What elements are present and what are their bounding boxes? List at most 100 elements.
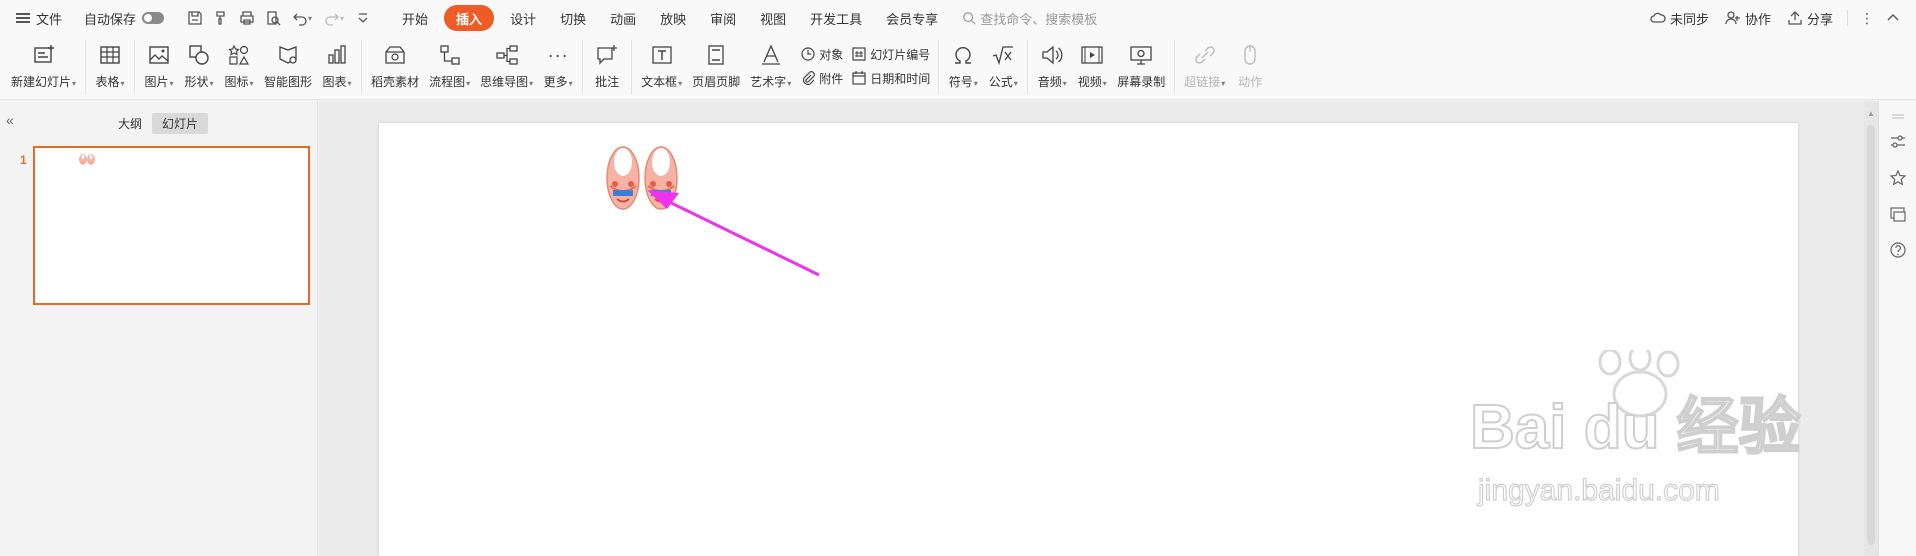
picture-icon: [149, 46, 169, 64]
formula-button[interactable]: 公式: [983, 36, 1023, 96]
slide-number-label: 幻灯片编号: [870, 47, 931, 62]
wordart-label: 艺术字: [750, 73, 791, 90]
tab-developer[interactable]: 开发工具: [798, 5, 874, 31]
baidu-jingyan-watermark: Bai du 经验 jingyan.baidu.com: [1469, 344, 1810, 510]
shell-material-button[interactable]: 稻壳素材: [366, 36, 424, 96]
new-slide-button[interactable]: 新建幻灯片: [6, 36, 81, 96]
tab-design[interactable]: 设计: [498, 5, 548, 31]
collapse-panel-button[interactable]: «: [6, 113, 20, 127]
help-button[interactable]: [1889, 241, 1907, 259]
table-button[interactable]: 表格: [90, 36, 130, 96]
divider: [631, 40, 633, 94]
tab-member[interactable]: 会员专享: [874, 5, 950, 31]
divider: [938, 40, 940, 94]
tab-slides[interactable]: 幻灯片: [152, 113, 209, 134]
print-preview-button[interactable]: [260, 5, 286, 31]
tab-animation[interactable]: 动画: [598, 5, 648, 31]
comment-button[interactable]: 批注: [587, 36, 627, 96]
shape-label: 形状: [185, 73, 214, 90]
undo-icon: [293, 13, 307, 26]
panel-handle: [1889, 109, 1907, 127]
chart-button[interactable]: 图表: [317, 36, 357, 96]
icon-button[interactable]: 图标: [219, 36, 259, 96]
link-icon: [1195, 46, 1215, 64]
textbox-button[interactable]: 文本框: [636, 36, 687, 96]
header-footer-button[interactable]: 页眉页脚: [687, 36, 745, 96]
screen-record-button[interactable]: 屏幕录制: [1112, 36, 1170, 96]
wordart-button[interactable]: 艺术字: [745, 36, 796, 96]
screen-record-label: 屏幕录制: [1117, 75, 1166, 89]
properties-button[interactable]: [1889, 133, 1907, 151]
help-icon: [1890, 242, 1906, 258]
tab-transitions[interactable]: 切换: [548, 5, 598, 31]
tab-home[interactable]: 开始: [390, 5, 440, 31]
symbol-label: 符号: [949, 73, 978, 90]
divider: [582, 40, 584, 94]
save-button[interactable]: [182, 5, 208, 31]
object-button[interactable]: 对象: [800, 42, 843, 66]
bib-icon: [79, 154, 95, 165]
speaker-icon: [1042, 45, 1063, 65]
object-icon: [801, 47, 815, 61]
tab-insert[interactable]: 插入: [444, 5, 495, 31]
shape-button[interactable]: 形状: [179, 36, 219, 96]
more-button[interactable]: ··· 更多: [538, 36, 578, 96]
tab-view[interactable]: 视图: [748, 5, 798, 31]
watermark-url: jingyan.baidu.com: [1477, 474, 1720, 507]
more-horizontal-icon: ···: [547, 44, 569, 65]
chart-label: 图表: [323, 73, 352, 90]
share-button[interactable]: 分享: [1779, 5, 1841, 31]
mindmap-icon: [495, 45, 518, 65]
format-painter-button[interactable]: [208, 5, 234, 31]
audio-label: 音频: [1038, 73, 1067, 90]
slide-switch-button[interactable]: [1889, 205, 1907, 223]
date-time-button[interactable]: 日期和时间: [851, 66, 930, 90]
tab-outline[interactable]: 大纲: [108, 113, 152, 134]
menubar-right: 未同步 协作 分享 ⋮: [1642, 5, 1906, 31]
symbol-button[interactable]: 符号: [943, 36, 983, 96]
tab-slideshow[interactable]: 放映: [648, 5, 698, 31]
sync-button[interactable]: 未同步: [1642, 5, 1717, 31]
smart-graphic-button[interactable]: 智能图形: [259, 36, 317, 96]
drag-handle-icon: [1892, 114, 1904, 119]
comment-label: 批注: [595, 75, 620, 89]
collaborate-button[interactable]: 协作: [1717, 5, 1779, 31]
print-button[interactable]: [234, 5, 260, 31]
star-icon: [1889, 169, 1907, 186]
sync-label: 未同步: [1669, 11, 1709, 27]
file-menu[interactable]: 文件: [8, 5, 70, 31]
animation-pane-button[interactable]: [1889, 169, 1907, 187]
action-button[interactable]: 动作: [1230, 36, 1270, 96]
vertical-scrollbar[interactable]: ▲: [1864, 101, 1878, 556]
picture-button[interactable]: 图片: [139, 36, 179, 96]
chevron-down-icon: [358, 13, 368, 23]
slide-number-date-group: 幻灯片编号 日期和时间: [847, 36, 934, 96]
slide-number-icon: [852, 47, 866, 61]
tab-review[interactable]: 审阅: [698, 5, 748, 31]
flowchart-button[interactable]: 流程图: [424, 36, 475, 96]
file-menu-label: 文件: [36, 11, 63, 27]
slide-number-button[interactable]: 幻灯片编号: [851, 42, 930, 66]
watermark-brand: Bai du 经验: [1470, 393, 1801, 462]
cloud-icon: [1650, 12, 1666, 23]
slide-thumbnail[interactable]: [33, 146, 310, 305]
search-placeholder: 查找命令、搜索模板: [980, 11, 1098, 27]
share-icon: [1788, 11, 1802, 25]
attachment-button[interactable]: 附件: [800, 66, 843, 90]
video-button[interactable]: 视频: [1072, 36, 1112, 96]
collapse-ribbon-button[interactable]: [1880, 5, 1906, 31]
redo-button[interactable]: ▾: [318, 5, 350, 31]
customize-quick-access-button[interactable]: [350, 5, 376, 31]
audio-button[interactable]: 音频: [1032, 36, 1072, 96]
autosave-toggle[interactable]: 自动保存: [76, 5, 172, 31]
more-label: 更多: [544, 73, 573, 90]
undo-button[interactable]: ▾: [286, 5, 318, 31]
icon-library-icon: [228, 44, 250, 65]
more-options-button[interactable]: ⋮: [1854, 5, 1880, 31]
command-search[interactable]: 查找命令、搜索模板: [962, 9, 1097, 28]
hyperlink-button[interactable]: 超链接: [1179, 36, 1230, 96]
print-icon: [240, 11, 254, 25]
mindmap-button[interactable]: 思维导图: [475, 36, 538, 96]
ribbon-tabs: 开始 插入 设计 切换 动画 放映 审阅 视图 开发工具 会员专享: [390, 5, 950, 31]
scrollbar-thumb[interactable]: [1867, 125, 1875, 545]
